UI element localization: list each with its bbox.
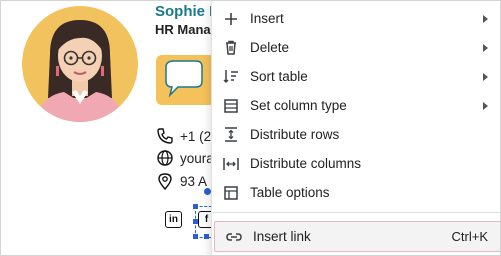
menu-item-label: Insert link bbox=[253, 229, 311, 244]
resize-handle-bl[interactable] bbox=[193, 234, 198, 239]
menu-item-label: Distribute rows bbox=[250, 127, 340, 142]
menu-item-sort-table[interactable]: Sort table bbox=[212, 62, 500, 91]
menu-item-distribute-rows[interactable]: Distribute rows bbox=[212, 120, 500, 149]
resize-handle-tl[interactable] bbox=[193, 204, 198, 209]
contact-address: 93 A bbox=[156, 171, 207, 191]
menu-item-label: Insert bbox=[250, 11, 284, 26]
rotate-handle[interactable] bbox=[204, 188, 211, 195]
menu-item-label: Sort table bbox=[250, 69, 308, 84]
menu-item-label: Distribute columns bbox=[250, 156, 362, 171]
context-menu: Insert Delete Sort table Set column type… bbox=[211, 1, 500, 255]
sort-icon bbox=[223, 69, 239, 85]
speech-bubble-icon bbox=[165, 60, 203, 98]
table-icon bbox=[223, 185, 239, 201]
distribute-rows-icon bbox=[223, 127, 239, 143]
editor-canvas: Sophie M HR Manag +1 (2 youra 93 A in f bbox=[0, 0, 501, 256]
submenu-arrow-icon bbox=[483, 102, 488, 110]
menu-item-distribute-columns[interactable]: Distribute columns bbox=[212, 149, 500, 178]
signature-role: HR Manag bbox=[155, 22, 219, 37]
resize-handle-bm[interactable] bbox=[204, 234, 209, 239]
column-type-icon bbox=[223, 98, 239, 114]
distribute-columns-icon bbox=[223, 156, 239, 172]
menu-item-label: Table options bbox=[250, 185, 330, 200]
contact-website-text: youra bbox=[180, 150, 214, 166]
link-icon bbox=[226, 229, 242, 245]
linkedin-icon[interactable]: in bbox=[165, 211, 182, 228]
location-icon bbox=[158, 173, 172, 190]
contact-phone-text: +1 (2 bbox=[180, 128, 212, 144]
menu-item-set-column-type[interactable]: Set column type bbox=[212, 91, 500, 120]
menu-item-insert-link[interactable]: Insert link Ctrl+K bbox=[214, 221, 500, 252]
submenu-arrow-icon bbox=[483, 44, 488, 52]
menu-item-table-options[interactable]: Table options bbox=[212, 178, 500, 207]
contact-phone: +1 (2 bbox=[156, 126, 211, 146]
resize-handle-ml[interactable] bbox=[193, 219, 198, 224]
globe-icon bbox=[157, 150, 173, 166]
contact-address-text: 93 A bbox=[180, 173, 208, 189]
menu-item-delete[interactable]: Delete bbox=[212, 33, 500, 62]
trash-icon bbox=[223, 40, 239, 56]
shortcut-label: Ctrl+K bbox=[451, 229, 488, 244]
submenu-arrow-icon bbox=[483, 73, 488, 81]
promo-banner bbox=[156, 55, 218, 105]
avatar bbox=[22, 6, 138, 122]
phone-icon bbox=[157, 128, 173, 144]
menu-divider bbox=[212, 212, 500, 213]
contact-website: youra bbox=[156, 148, 214, 168]
menu-item-label: Delete bbox=[250, 40, 290, 55]
plus-icon bbox=[223, 11, 239, 27]
menu-item-label: Set column type bbox=[250, 98, 347, 113]
submenu-arrow-icon bbox=[483, 15, 488, 23]
menu-item-insert[interactable]: Insert bbox=[212, 4, 500, 33]
